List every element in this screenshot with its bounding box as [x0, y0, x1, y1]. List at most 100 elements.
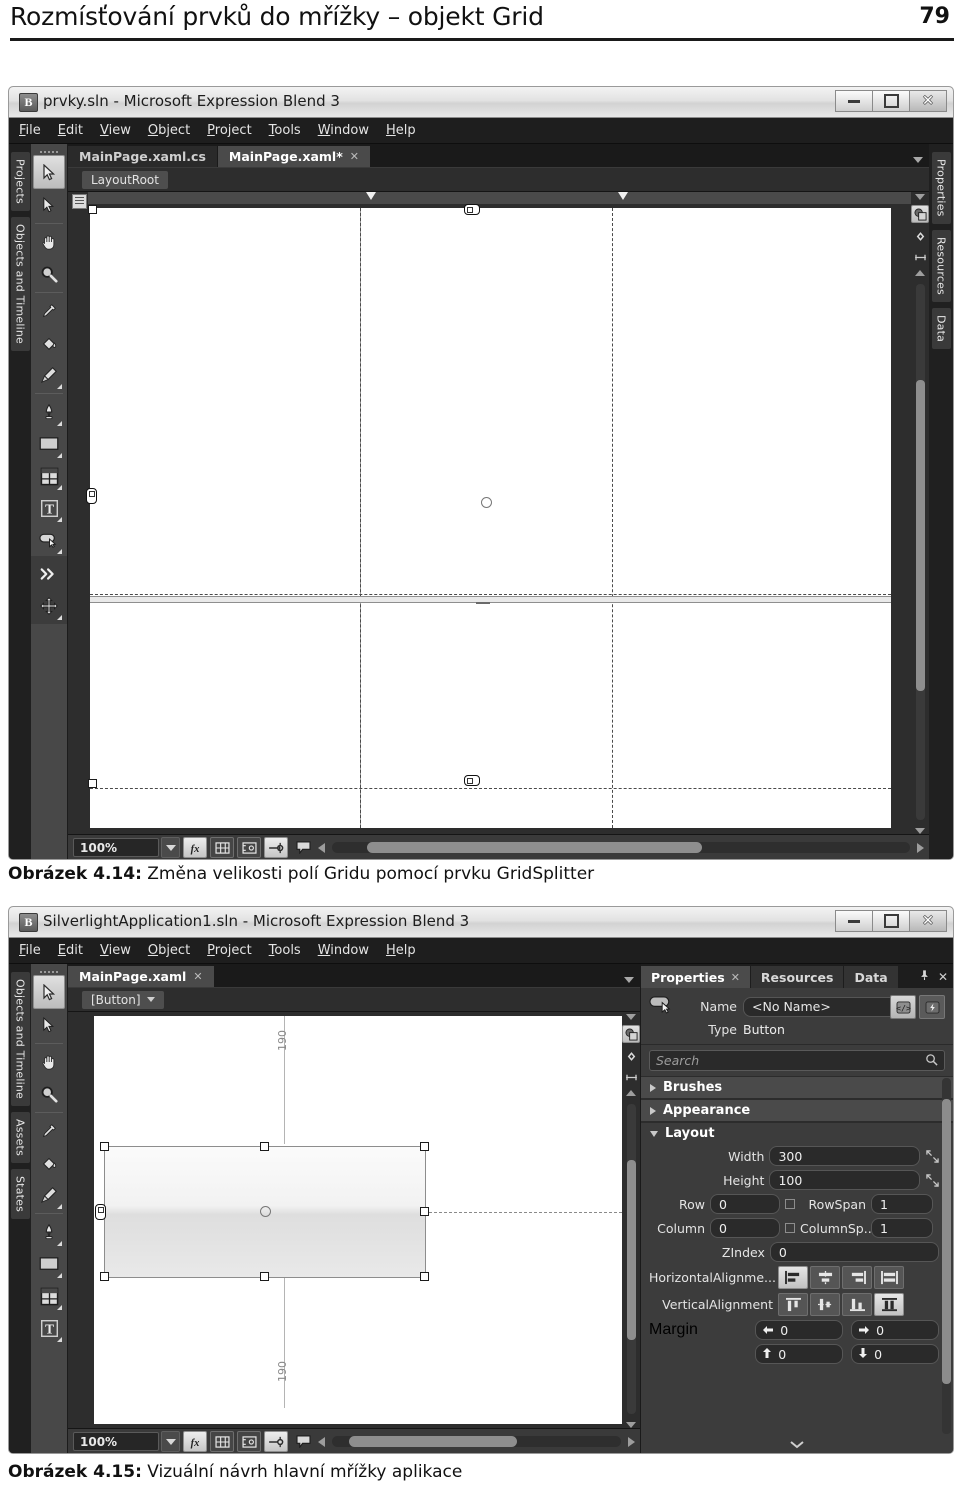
resize-pill-top[interactable] [464, 204, 480, 215]
properties-collapse-bar[interactable] [641, 1436, 953, 1453]
height-input[interactable]: 100 [769, 1170, 921, 1190]
effects-fx-icon[interactable]: fx [183, 837, 207, 858]
text-icon[interactable]: T [34, 492, 64, 524]
chevron-up-icon[interactable] [626, 1090, 636, 1096]
auto-size-width-icon[interactable] [925, 1149, 939, 1163]
menu-item-edit[interactable]: Edit [58, 123, 83, 138]
close-button[interactable]: ✕ [909, 90, 947, 112]
document-tab-mainpage-xaml[interactable]: MainPage.xaml* ✕ [217, 146, 370, 167]
horizontal-scrollbar-2[interactable] [332, 1436, 621, 1447]
brush-icon[interactable] [34, 1179, 64, 1211]
vertical-scrollbar-1[interactable] [915, 284, 925, 820]
selection-handle-bottom-left[interactable] [100, 1272, 109, 1281]
pin-icon[interactable] [919, 969, 930, 984]
align-left-icon[interactable] [778, 1266, 808, 1289]
sidebar-tab-assets[interactable]: Assets [10, 1112, 30, 1164]
sidebar-tab-objects-and-timeline[interactable]: Objects and Timeline [10, 972, 30, 1107]
eyedropper-icon[interactable] [34, 295, 64, 327]
chevron-up-icon[interactable] [915, 270, 925, 276]
show-handles-icon[interactable] [264, 837, 288, 858]
chevron-down-icon[interactable] [626, 1014, 636, 1020]
show-grid-icon[interactable] [210, 837, 234, 858]
selection-handle-top-right[interactable] [420, 1142, 429, 1151]
rectangle-icon[interactable] [34, 428, 64, 460]
split-view-icon[interactable] [912, 249, 928, 265]
selection-handle-bottom-center[interactable] [260, 1272, 269, 1281]
menu-item-file[interactable]: File [19, 123, 41, 138]
direct-selection-arrow-icon[interactable] [34, 189, 64, 221]
row-spanner-checkbox[interactable] [785, 1199, 795, 1209]
menu-item-help[interactable]: Help [386, 943, 416, 958]
selection-arrow-icon[interactable] [33, 155, 65, 189]
align-middle-icon[interactable] [810, 1293, 840, 1316]
tab-resources[interactable]: Resources [750, 966, 844, 988]
scroll-right-arrow-icon[interactable] [917, 842, 924, 853]
minimize-button[interactable] [835, 90, 873, 112]
resize-pill-left[interactable] [86, 488, 97, 504]
property-sections[interactable]: Brushes Appearance Layout Width 300 Heig… [641, 1076, 953, 1436]
menu-item-view[interactable]: View [100, 123, 131, 138]
tool-palette-grip[interactable] [38, 968, 60, 975]
show-handles-icon[interactable] [264, 1431, 288, 1452]
close-icon[interactable]: ✕ [350, 150, 359, 163]
grid-splitter-grip[interactable] [476, 602, 490, 604]
margin-bottom-input[interactable]: 0 [851, 1344, 939, 1364]
paint-bucket-icon[interactable] [34, 1147, 64, 1179]
menu-item-help[interactable]: Help [386, 123, 416, 138]
zoom-level-input[interactable]: 100% [73, 1432, 159, 1451]
align-bottom-icon[interactable] [842, 1293, 872, 1316]
chevron-down-icon[interactable] [624, 977, 634, 983]
chevron-down-icon[interactable] [146, 997, 155, 1002]
tool-palette-grip[interactable] [38, 148, 60, 155]
breadcrumb-button[interactable]: [Button] [82, 990, 164, 1009]
menu-item-project[interactable]: Project [207, 123, 252, 138]
selection-handle-top-left[interactable] [88, 205, 97, 214]
margin-top-input[interactable]: 0 [755, 1344, 844, 1364]
pen-icon[interactable] [34, 1216, 64, 1248]
scroll-left-arrow-icon[interactable] [318, 842, 325, 853]
section-brushes[interactable]: Brushes [641, 1076, 953, 1099]
resize-pill-left[interactable] [95, 1204, 106, 1220]
document-tab-mainpage-xaml[interactable]: MainPage.xaml ✕ [68, 966, 214, 987]
vertical-scrollbar-2[interactable] [626, 1104, 636, 1414]
move-arrows-icon[interactable] [34, 590, 64, 622]
column-marker[interactable] [366, 192, 376, 200]
search-icon[interactable] [925, 1053, 938, 1069]
sidebar-tab-projects[interactable]: Projects [10, 152, 30, 211]
design-artboard[interactable]: 190 190 [94, 1016, 622, 1424]
show-grid-icon[interactable] [210, 1431, 234, 1452]
assets-chevron-icon[interactable] [34, 558, 64, 590]
chevron-down-icon[interactable] [789, 1436, 805, 1453]
chevron-down-icon[interactable] [915, 194, 925, 200]
pen-icon[interactable] [34, 396, 64, 428]
scroll-right-arrow-icon[interactable] [628, 1436, 635, 1447]
menu-item-tools[interactable]: Tools [269, 943, 301, 958]
paint-bucket-icon[interactable] [34, 327, 64, 359]
sidebar-tab-objects-and-timeline[interactable]: Objects and Timeline [10, 216, 30, 351]
zindex-input[interactable]: 0 [769, 1242, 939, 1262]
text-icon[interactable]: T [34, 1312, 64, 1344]
menu-item-tools[interactable]: Tools [269, 123, 301, 138]
selection-handle-top-center[interactable] [260, 1142, 269, 1151]
chevron-down-icon[interactable] [626, 1422, 636, 1428]
rowspan-input[interactable]: 1 [871, 1194, 933, 1214]
close-icon[interactable]: ✕ [193, 970, 202, 983]
chevron-down-icon[interactable] [161, 1431, 180, 1452]
row-input[interactable]: 0 [710, 1194, 780, 1214]
zoom-level-input[interactable]: 100% [73, 838, 159, 857]
tab-properties[interactable]: Properties ✕ [641, 966, 750, 988]
section-layout[interactable]: Layout [641, 1122, 953, 1144]
artboard-area-2[interactable]: 190 190 [68, 1012, 640, 1428]
annotations-icon[interactable] [291, 837, 315, 858]
menu-item-file[interactable]: File [19, 943, 41, 958]
minimize-button[interactable] [835, 910, 873, 932]
menu-item-edit[interactable]: Edit [58, 943, 83, 958]
selection-handle-bottom-left[interactable] [88, 779, 97, 788]
xaml-view-icon[interactable] [623, 1048, 639, 1064]
resize-pill-bottom[interactable] [464, 775, 480, 786]
split-view-icon[interactable] [623, 1069, 639, 1085]
menu-item-project[interactable]: Project [207, 943, 252, 958]
align-vstretch-icon[interactable] [874, 1293, 904, 1316]
direct-selection-arrow-icon[interactable] [34, 1009, 64, 1041]
snap-to-gridlines-icon[interactable] [237, 837, 261, 858]
